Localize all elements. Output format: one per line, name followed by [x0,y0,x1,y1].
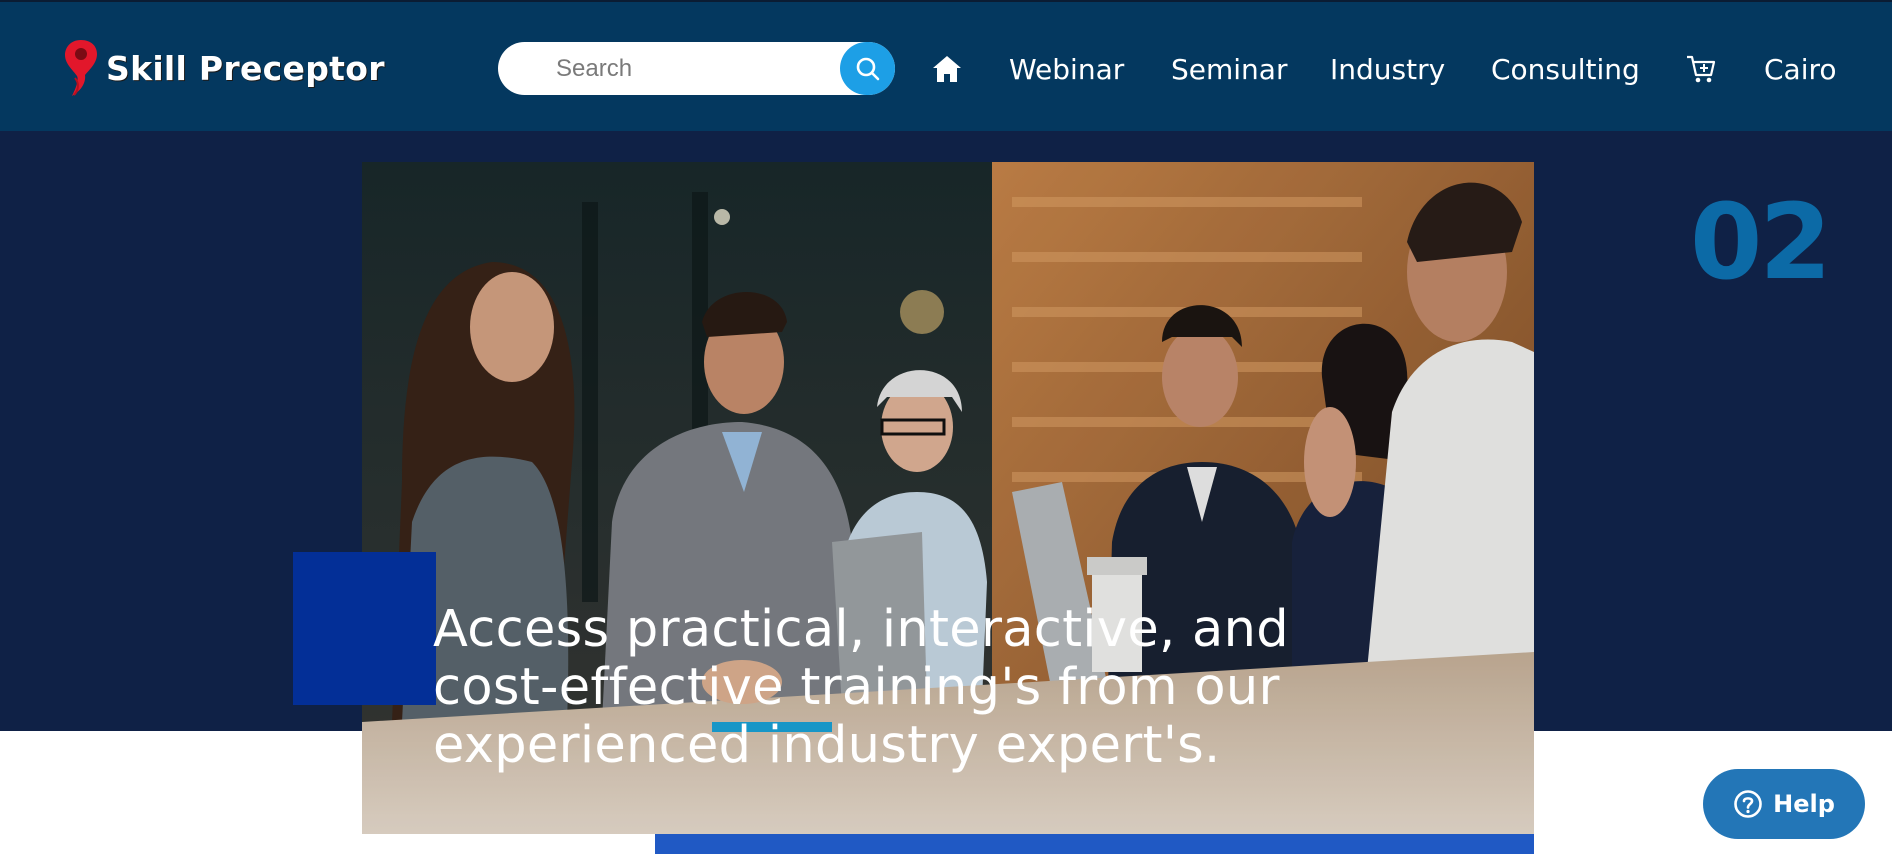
nav-consulting[interactable]: Consulting [1491,42,1640,96]
logo[interactable]: Skill Preceptor [62,38,385,98]
nav-seminar[interactable]: Seminar [1171,42,1287,96]
nav-city-selector[interactable]: Cairo [1764,42,1837,96]
nav-cart[interactable] [1684,42,1718,96]
hero-tagline: Access practical, interactive, and cost-… [433,601,1333,775]
search-button[interactable] [840,42,895,95]
hero-tagline-line: Access practical, interactive, and [433,600,1289,659]
logo-text: Skill Preceptor [106,48,385,88]
search-icon [856,57,879,80]
nav-home[interactable] [930,42,964,96]
accent-bar [655,834,1534,854]
site-header: Skill Preceptor Webinar Seminar Industry… [0,0,1892,131]
slide-number: 02 [1690,181,1832,303]
logo-pin-icon [65,40,97,96]
cart-icon [1687,55,1716,83]
home-icon [933,56,961,82]
help-button[interactable]: Help [1703,769,1865,839]
search-input[interactable] [498,42,838,95]
help-label: Help [1773,790,1835,818]
accent-square [293,552,436,705]
question-circle-icon [1734,790,1762,818]
nav-industry[interactable]: Industry [1330,42,1445,96]
nav-webinar[interactable]: Webinar [1009,42,1124,96]
hero-tagline-line: cost-effective training's from our [433,658,1280,717]
page: Skill Preceptor Webinar Seminar Industry… [0,0,1892,854]
hero-tagline-line: experienced industry expert's. [433,716,1221,775]
search-box [498,42,895,95]
